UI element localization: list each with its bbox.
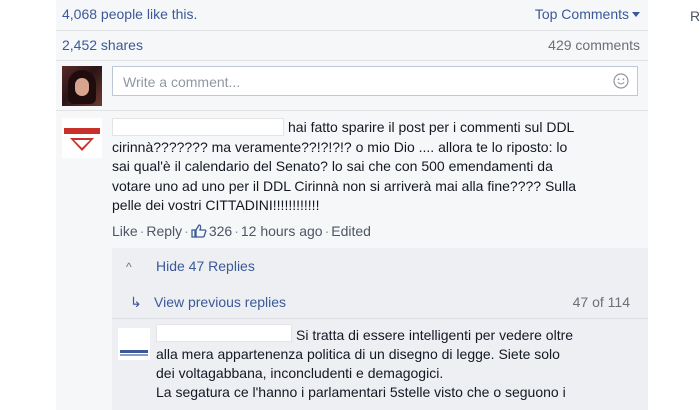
likes-count-link[interactable]: 4,068 people like this. — [62, 6, 197, 22]
chevron-up-icon: ^ — [126, 260, 132, 274]
replier-avatar[interactable] — [118, 328, 150, 360]
reply-line: alla mera appartenenza politica di un di… — [156, 346, 560, 362]
reply-link[interactable]: Reply — [146, 223, 182, 239]
top-comments-dropdown[interactable]: Top Comments — [535, 6, 640, 22]
shares-row: 2,452 shares 429 comments — [56, 37, 648, 57]
comments-panel: 4,068 people like this. Top Comments 2,4… — [56, 0, 648, 410]
divider — [56, 60, 648, 61]
replies-section: ^ Hide 47 Replies ↳ View previous replies … — [112, 248, 648, 410]
comment-composer[interactable] — [112, 66, 638, 96]
view-previous-replies-link[interactable]: ↳ View previous replies — [130, 294, 286, 311]
like-count[interactable]: 326 — [209, 223, 232, 239]
reply-line: La segatura ce l'hanno i parlamentari 5s… — [156, 384, 566, 400]
hide-replies-label: Hide 47 Replies — [156, 258, 255, 274]
reply-body: Si tratta di essere intelligenti per ved… — [156, 326, 642, 402]
reply-line: dei voltagabbana, inconcludenti e demago… — [156, 365, 444, 381]
emoji-icon[interactable] — [613, 73, 629, 89]
like-link[interactable]: Like — [112, 223, 138, 239]
comment-line: votare uno ad uno per il DDL Cirinnà non… — [112, 177, 577, 194]
commenter-avatar[interactable] — [62, 118, 102, 158]
comment-actions: Like · Reply · 326 · 12 hours ago · Edited — [112, 223, 371, 239]
likes-row: 4,068 people like this. Top Comments — [56, 6, 648, 26]
shares-link[interactable]: 2,452 shares — [62, 37, 143, 53]
divider — [56, 110, 648, 111]
side-column-text: R — [690, 8, 700, 24]
comment-body: hai fatto sparire il post per i commenti… — [112, 118, 642, 216]
timestamp-link[interactable]: 12 hours ago — [241, 223, 323, 239]
divider — [56, 30, 648, 31]
comments-count: 429 comments — [548, 37, 640, 53]
edited-label[interactable]: Edited — [331, 223, 371, 239]
comment-line: pelle dei vostri CITTADINI!!!!!!!!!!!! — [112, 197, 320, 213]
current-user-avatar[interactable] — [62, 66, 102, 106]
comment-line: sai qual'è il calendario del Senato? lo … — [112, 158, 553, 174]
reply-arrow-icon: ↳ — [130, 294, 142, 310]
reply-line: Si tratta di essere intelligenti per ved… — [296, 327, 574, 343]
caret-down-icon — [632, 12, 640, 17]
hide-replies-link[interactable]: ^ Hide 47 Replies — [126, 258, 255, 274]
replies-count: 47 of 114 — [572, 294, 630, 310]
comment-line: hai fatto sparire il post per i commenti… — [288, 119, 575, 135]
top-comments-label: Top Comments — [534, 6, 629, 22]
view-previous-label: View previous replies — [154, 294, 287, 310]
comment-input[interactable] — [121, 72, 605, 92]
thumbs-up-icon[interactable] — [191, 224, 207, 238]
comment-line: cirinnà??????? ma veramente??!?!?!? o mi… — [112, 138, 568, 155]
divider — [112, 318, 648, 319]
